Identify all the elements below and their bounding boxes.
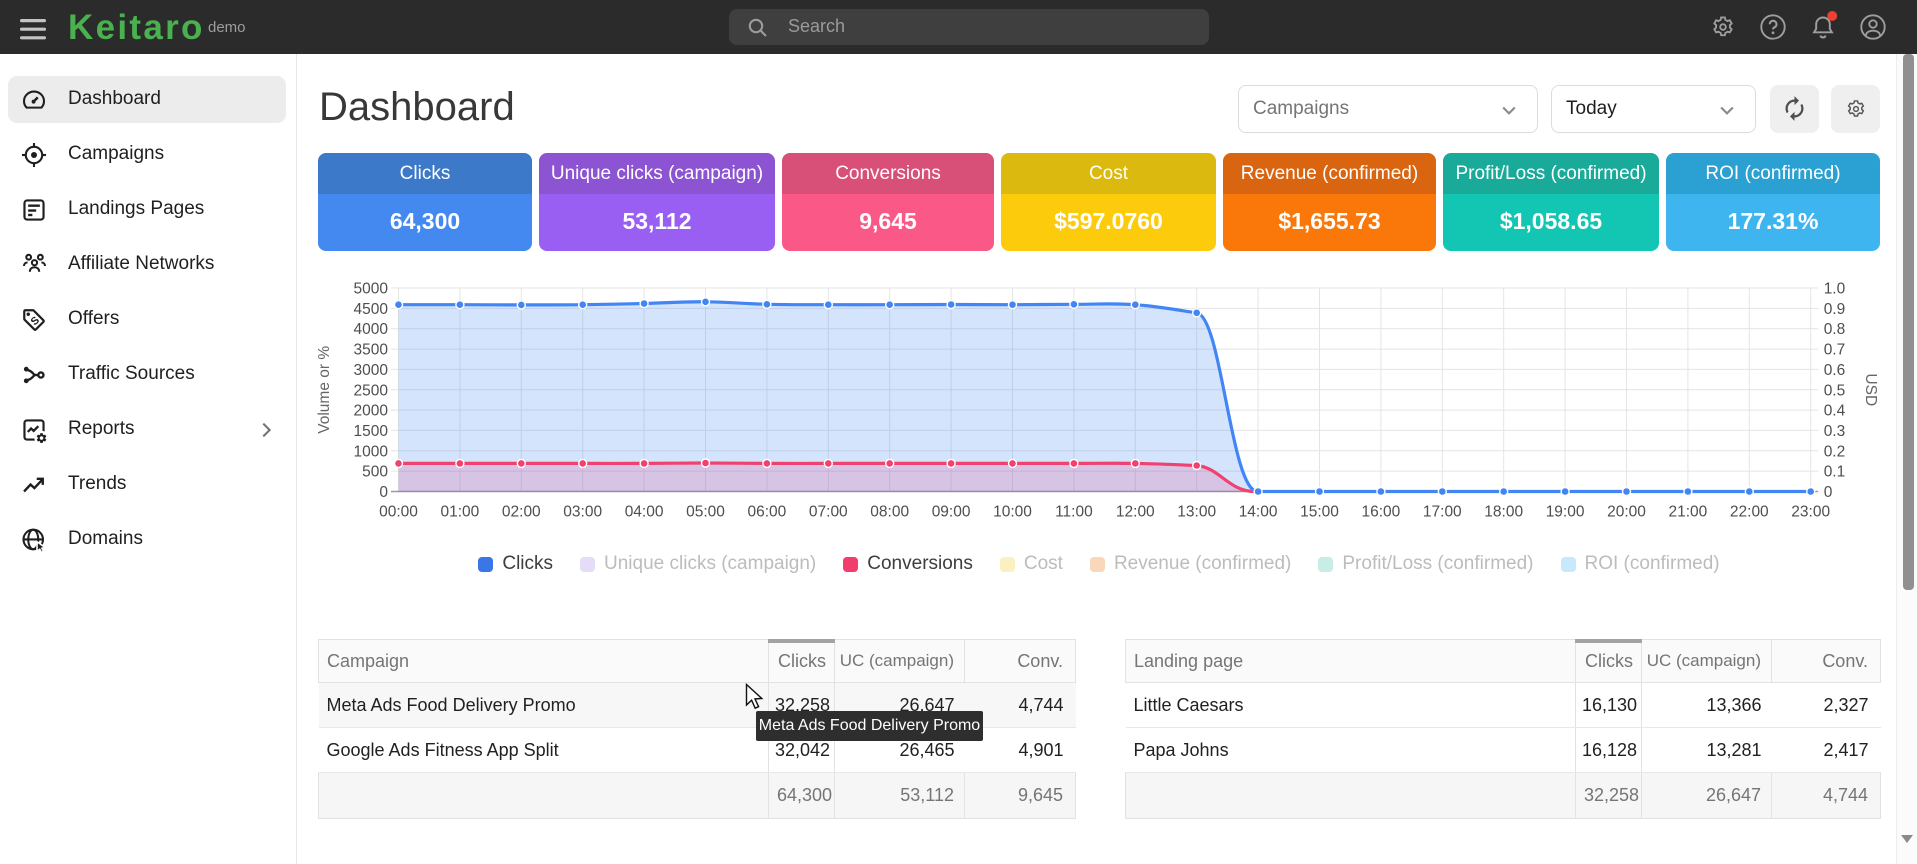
- svg-text:10:00: 10:00: [993, 504, 1032, 521]
- svg-text:Volume or %: Volume or %: [316, 346, 333, 434]
- svg-text:3000: 3000: [354, 362, 389, 379]
- svg-text:0.1: 0.1: [1824, 464, 1846, 481]
- svg-text:4000: 4000: [354, 321, 389, 338]
- svg-text:00:00: 00:00: [379, 504, 418, 521]
- svg-text:23:00: 23:00: [1791, 504, 1830, 521]
- svg-text:500: 500: [362, 464, 388, 481]
- svg-text:11:00: 11:00: [1055, 504, 1093, 521]
- svg-text:2500: 2500: [354, 382, 389, 399]
- svg-text:USD: USD: [1862, 373, 1879, 406]
- svg-text:05:00: 05:00: [686, 504, 725, 521]
- svg-text:09:00: 09:00: [932, 504, 971, 521]
- svg-text:0.5: 0.5: [1824, 382, 1846, 399]
- svg-text:03:00: 03:00: [563, 504, 602, 521]
- svg-text:21:00: 21:00: [1669, 504, 1708, 521]
- svg-text:0: 0: [1824, 484, 1833, 501]
- svg-text:01:00: 01:00: [441, 504, 480, 521]
- svg-text:1500: 1500: [354, 423, 389, 440]
- svg-text:07:00: 07:00: [809, 504, 848, 521]
- svg-text:1000: 1000: [354, 443, 389, 460]
- svg-text:17:00: 17:00: [1423, 504, 1462, 521]
- svg-text:0.4: 0.4: [1824, 403, 1846, 420]
- svg-text:1.0: 1.0: [1824, 281, 1846, 298]
- svg-text:0.8: 0.8: [1824, 321, 1846, 338]
- svg-text:13:00: 13:00: [1177, 504, 1216, 521]
- svg-text:2000: 2000: [354, 403, 389, 420]
- svg-text:15:00: 15:00: [1300, 504, 1339, 521]
- svg-text:22:00: 22:00: [1730, 504, 1769, 521]
- svg-text:20:00: 20:00: [1607, 504, 1646, 521]
- svg-text:14:00: 14:00: [1239, 504, 1278, 521]
- svg-text:02:00: 02:00: [502, 504, 541, 521]
- svg-text:5000: 5000: [354, 281, 389, 298]
- svg-text:04:00: 04:00: [625, 504, 664, 521]
- svg-text:08:00: 08:00: [870, 504, 909, 521]
- svg-text:0: 0: [379, 484, 388, 501]
- svg-text:4500: 4500: [354, 301, 389, 318]
- svg-text:12:00: 12:00: [1116, 504, 1155, 521]
- svg-text:0.6: 0.6: [1824, 362, 1846, 379]
- svg-text:0.9: 0.9: [1824, 301, 1846, 318]
- svg-text:3500: 3500: [354, 342, 389, 359]
- svg-text:0.7: 0.7: [1824, 342, 1846, 359]
- svg-text:19:00: 19:00: [1546, 504, 1585, 521]
- svg-text:06:00: 06:00: [748, 504, 787, 521]
- svg-text:18:00: 18:00: [1484, 504, 1523, 521]
- svg-text:0.2: 0.2: [1824, 443, 1846, 460]
- svg-text:16:00: 16:00: [1362, 504, 1401, 521]
- svg-text:0.3: 0.3: [1824, 423, 1846, 440]
